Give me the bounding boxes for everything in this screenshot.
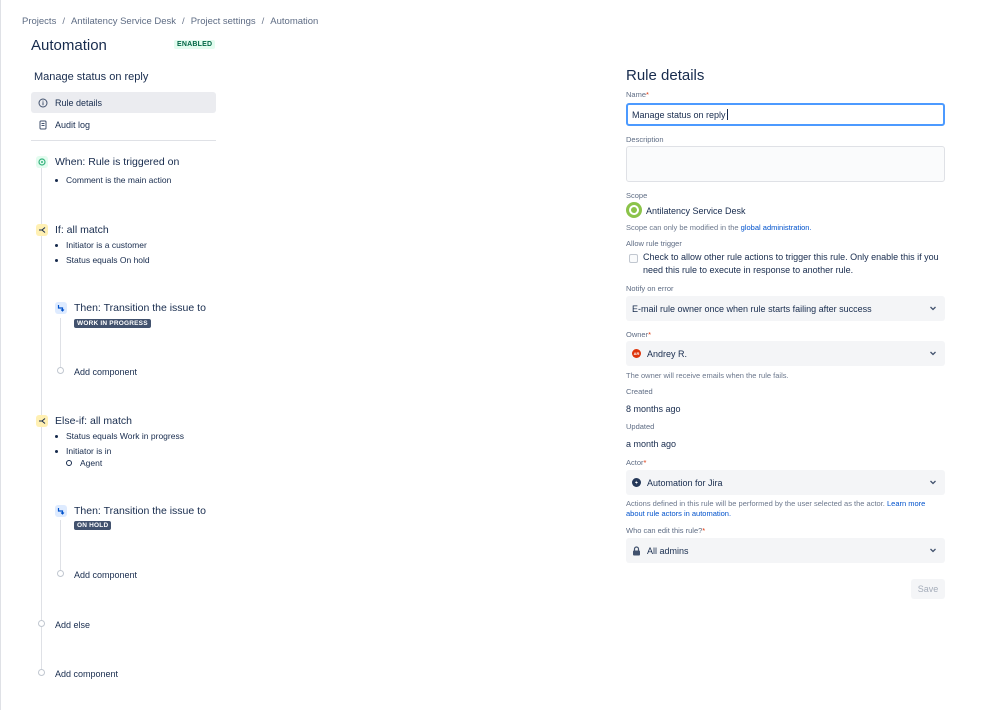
breadcrumb: Projects / Antilatency Service Desk / Projec…	[22, 16, 319, 27]
else-if-action-title[interactable]: Then: Transition the issue to	[74, 505, 206, 517]
chevron-down-icon	[929, 546, 937, 556]
else-if-condition: Initiator is in	[55, 446, 111, 456]
branch-icon	[36, 224, 48, 236]
branch-icon	[36, 415, 48, 427]
rule-details-title: Rule details	[626, 67, 705, 84]
add-component-button[interactable]: Add component	[74, 570, 137, 580]
add-node	[38, 620, 45, 627]
edit-permission-select[interactable]: All admins	[626, 538, 945, 563]
rule-name: Manage status on reply	[34, 71, 149, 83]
allow-trigger-checkbox[interactable]	[629, 254, 638, 263]
if-action-title[interactable]: Then: Transition the issue to	[74, 302, 206, 314]
else-if-sub-condition: Agent	[66, 458, 102, 468]
updated-value: a month ago	[626, 439, 677, 449]
if-condition: Initiator is a customer	[55, 240, 147, 250]
global-administration-link[interactable]: global administration.	[741, 223, 812, 232]
if-title[interactable]: If: all match	[55, 224, 109, 236]
trigger-condition: Comment is the main action	[55, 175, 171, 185]
notify-label: Notify on error	[626, 284, 674, 293]
allow-trigger-label: Allow rule trigger	[626, 239, 682, 248]
owner-avatar: AR	[632, 349, 641, 358]
scope-label: Scope	[626, 191, 648, 200]
transition-icon	[55, 302, 67, 314]
trigger-icon	[36, 156, 48, 168]
updated-label: Updated	[626, 422, 655, 431]
else-if-condition: Status equals Work in progress	[55, 431, 184, 441]
breadcrumb-projects[interactable]: Projects	[22, 16, 56, 27]
if-condition: Status equals On hold	[55, 255, 150, 265]
description-label: Description	[626, 135, 664, 144]
breadcrumb-project[interactable]: Antilatency Service Desk	[71, 16, 176, 27]
status-lozenge: ON HOLD	[74, 521, 112, 530]
add-component-button[interactable]: Add component	[74, 367, 137, 377]
page-border	[0, 0, 1, 710]
chevron-down-icon	[929, 304, 937, 314]
owner-select[interactable]: AR Andrey R.	[626, 341, 945, 366]
add-component-button[interactable]: Add component	[55, 669, 118, 679]
trigger-title[interactable]: When: Rule is triggered on	[55, 156, 179, 168]
nav-label: Audit log	[55, 119, 91, 130]
flow-line	[60, 520, 61, 575]
save-button[interactable]: Save	[911, 579, 945, 599]
add-node	[38, 669, 45, 676]
notify-select[interactable]: E-mail rule owner once when rule starts …	[626, 296, 945, 321]
status-badge: ENABLED	[174, 40, 216, 49]
chevron-down-icon	[929, 478, 937, 488]
chevron-down-icon	[929, 349, 937, 359]
project-avatar-icon	[626, 202, 642, 218]
actor-label: Actor*	[626, 458, 647, 467]
nav-rule-details[interactable]: Rule details	[31, 92, 216, 113]
name-label: Name*	[626, 90, 649, 99]
created-value: 8 months ago	[626, 404, 681, 414]
page-title: Automation	[31, 37, 107, 54]
lock-icon	[632, 545, 641, 556]
nav-label: Rule details	[55, 97, 103, 108]
add-node	[57, 570, 64, 577]
flow-line	[60, 318, 61, 372]
name-field[interactable]: Manage status on reply	[626, 103, 945, 126]
automation-icon	[632, 478, 641, 487]
info-icon	[37, 97, 48, 108]
edit-permission-label: Who can edit this rule?*	[626, 526, 706, 535]
status-lozenge: WORK IN PROGRESS	[74, 319, 151, 328]
scope-value: Antilatency Service Desk	[646, 206, 746, 216]
divider	[31, 140, 216, 141]
actor-help: Actions defined in this rule will be per…	[626, 499, 926, 518]
description-field[interactable]	[626, 146, 945, 182]
add-else-button[interactable]: Add else	[55, 620, 90, 630]
created-label: Created	[626, 387, 653, 396]
transition-icon	[55, 505, 67, 517]
document-icon	[37, 119, 48, 130]
add-node	[57, 367, 64, 374]
nav-audit-log[interactable]: Audit log	[31, 114, 216, 135]
actor-select[interactable]: Automation for Jira	[626, 470, 945, 495]
allow-trigger-text: Check to allow other rule actions to tri…	[643, 252, 939, 275]
owner-label: Owner*	[626, 330, 652, 339]
scope-help: Scope can only be modified in the global…	[626, 223, 812, 232]
owner-help: The owner will receive emails when the r…	[626, 371, 789, 380]
else-if-title[interactable]: Else-if: all match	[55, 415, 132, 427]
breadcrumb-project-settings[interactable]: Project settings	[191, 16, 256, 27]
breadcrumb-automation[interactable]: Automation	[270, 16, 318, 27]
